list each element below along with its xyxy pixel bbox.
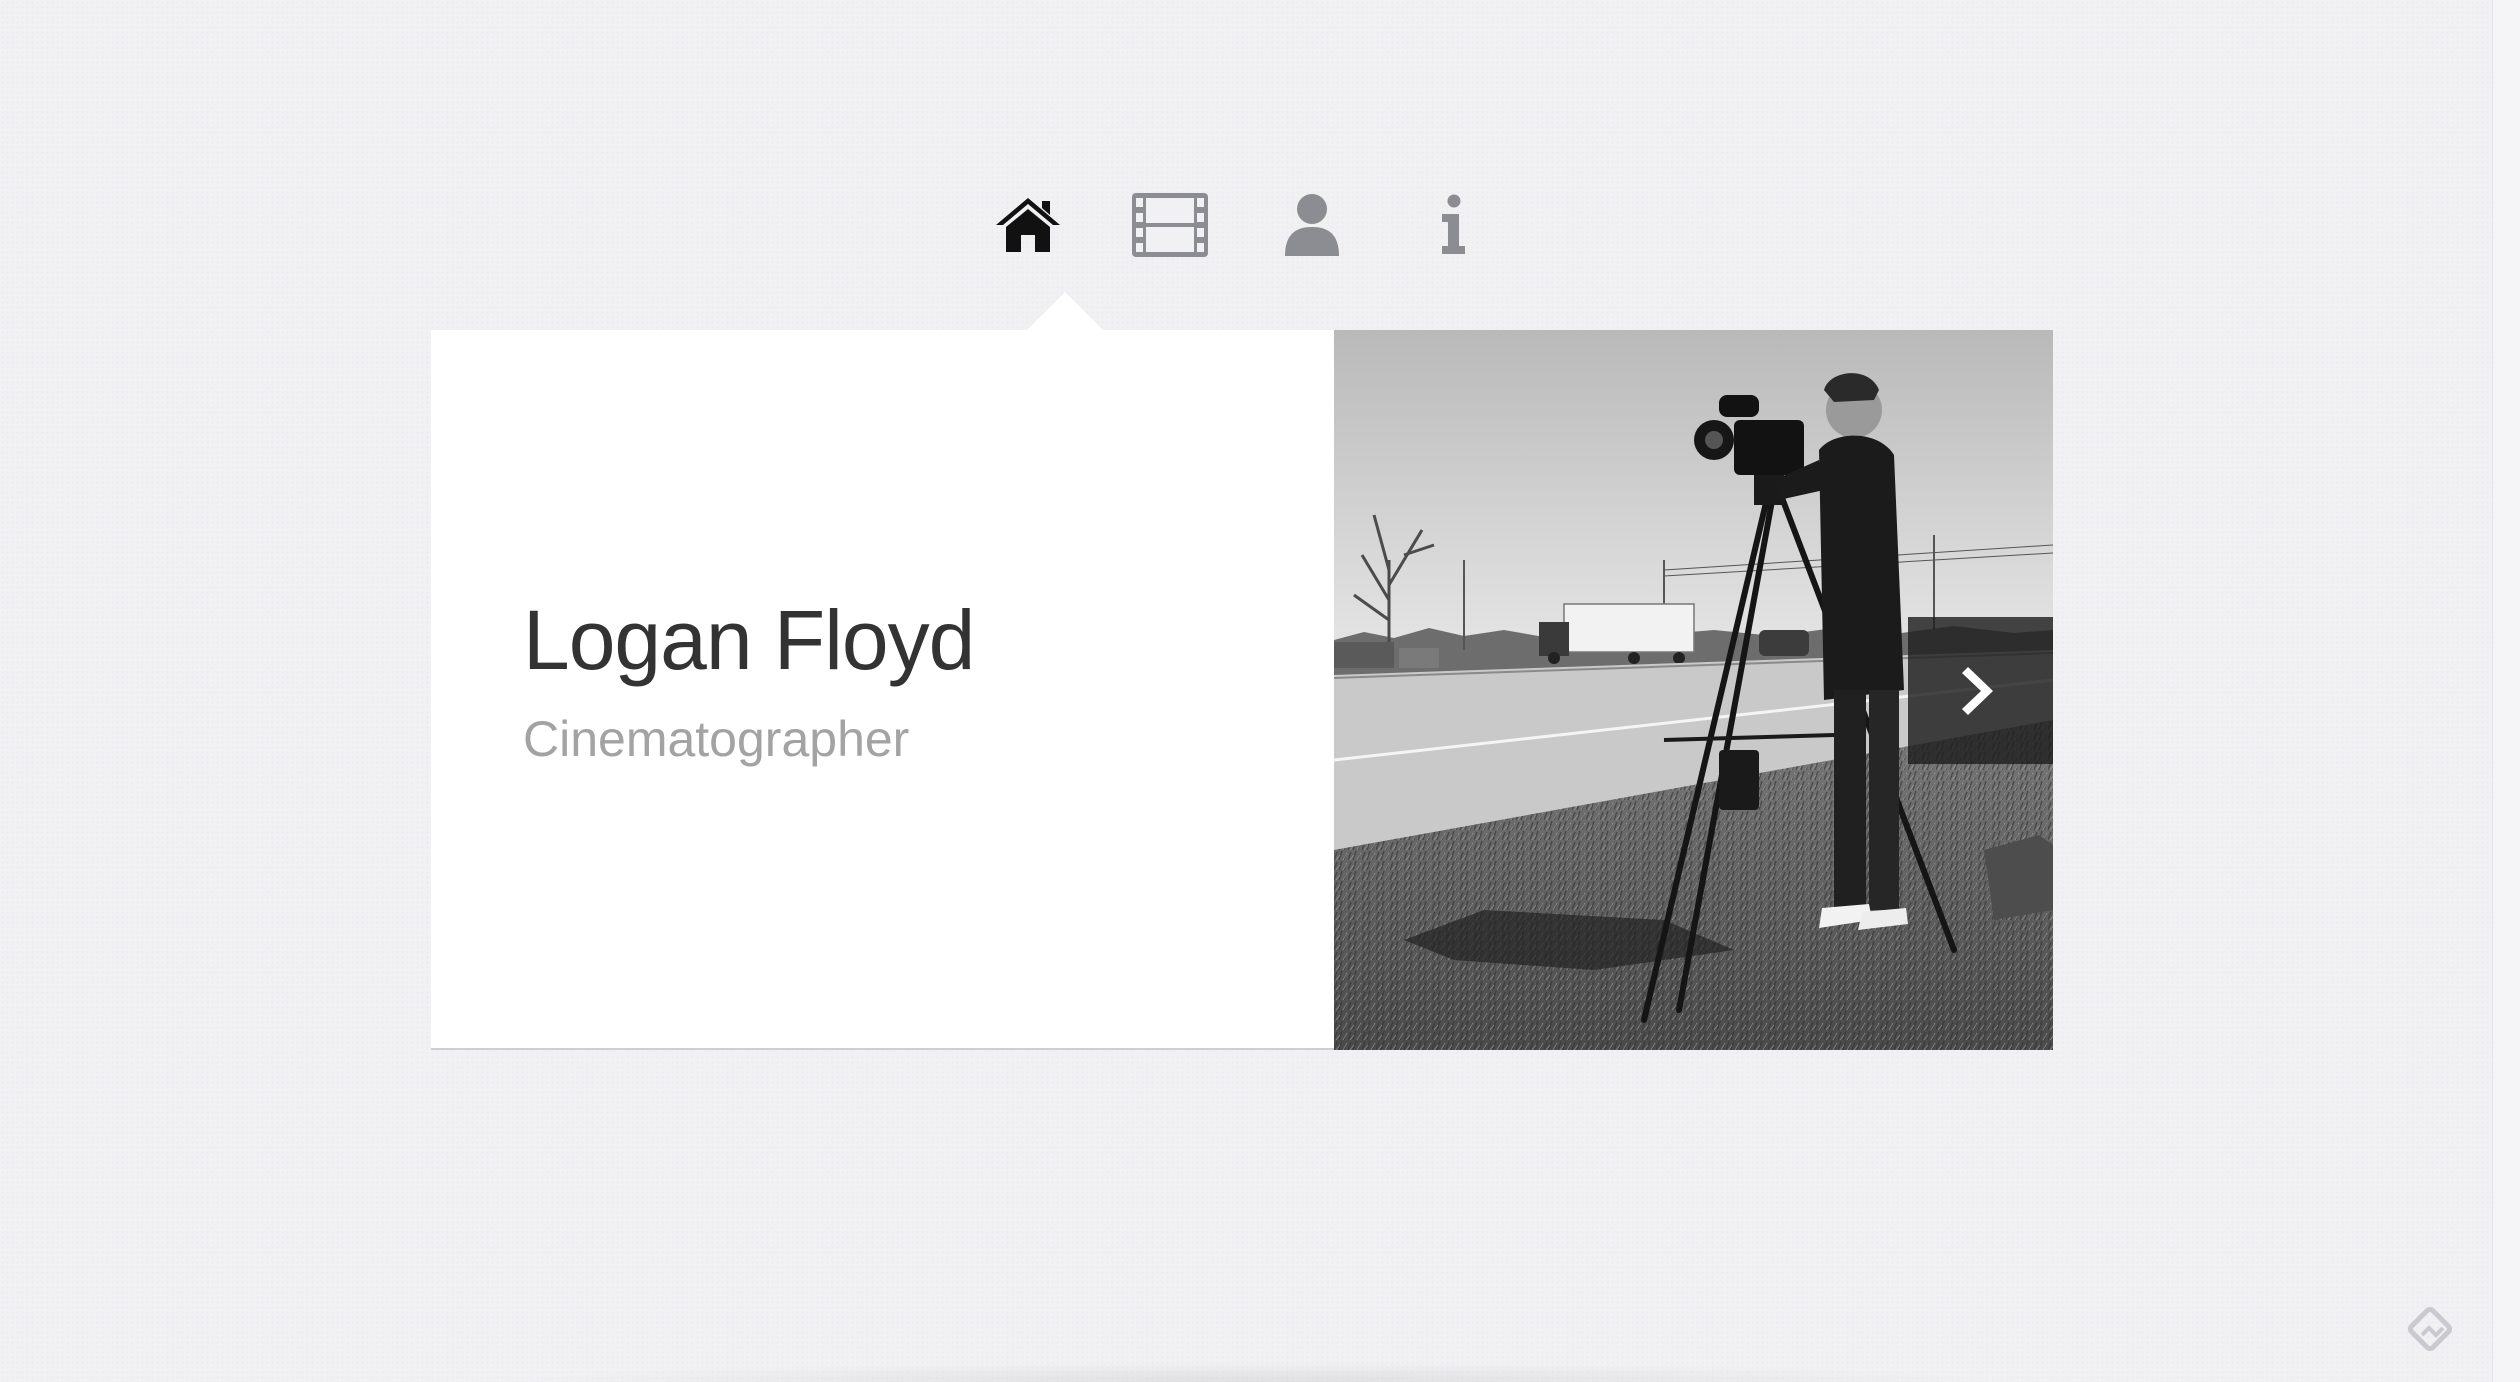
corner-badge-icon[interactable] xyxy=(2405,1304,2455,1354)
home-icon xyxy=(993,195,1063,255)
user-icon xyxy=(1282,192,1342,258)
profile-name: Logan Floyd xyxy=(523,593,975,687)
nav-home[interactable] xyxy=(980,180,1076,270)
profile-text-panel: Logan Floyd Cinematographer xyxy=(431,330,1334,1050)
page-right-edge xyxy=(2492,0,2520,1382)
main-nav xyxy=(980,180,1500,270)
chevron-right-icon xyxy=(1961,663,2001,719)
nav-info[interactable] xyxy=(1406,180,1502,270)
nav-about[interactable] xyxy=(1264,180,1360,270)
film-icon xyxy=(1130,191,1210,259)
profile-photo xyxy=(1334,330,2053,1050)
profile-role: Cinematographer xyxy=(523,711,910,767)
page-bottom-shadow xyxy=(500,1362,2020,1382)
nav-films[interactable] xyxy=(1122,180,1218,270)
next-photo-button[interactable] xyxy=(1908,617,2053,764)
info-icon xyxy=(1438,194,1470,256)
profile-card: Logan Floyd Cinematographer xyxy=(431,292,2053,1050)
nav-pointer-arrow xyxy=(1027,292,1103,330)
